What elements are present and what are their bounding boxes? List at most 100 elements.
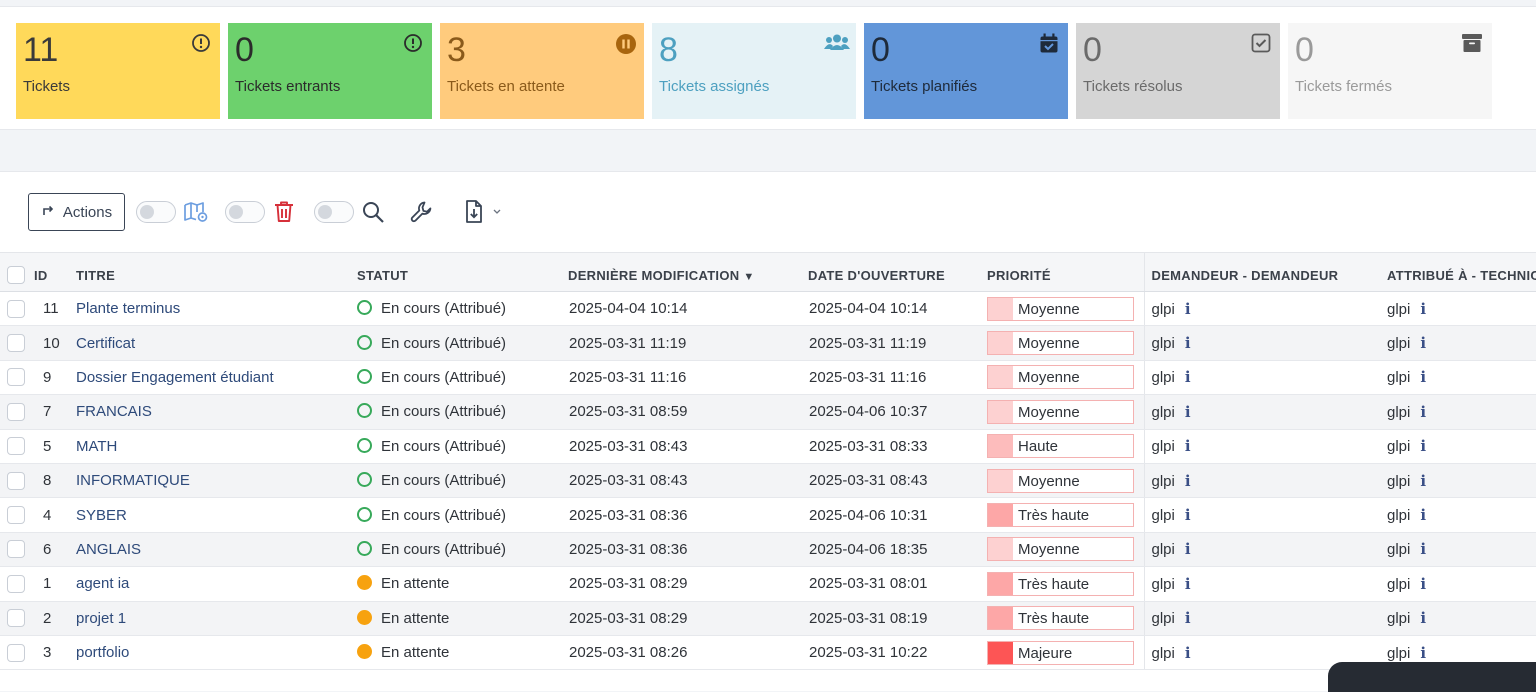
requester-name[interactable]: glpi — [1152, 541, 1175, 558]
table-row[interactable]: 4 SYBER En cours (Attribué) 2025-03-31 08:3… — [0, 497, 1536, 533]
ticket-title-link[interactable]: Certificat — [76, 335, 135, 352]
row-checkbox[interactable] — [7, 402, 25, 421]
ticket-title-link[interactable]: ANGLAIS — [76, 541, 141, 558]
requester-name[interactable]: glpi — [1152, 473, 1175, 490]
assignee-name[interactable]: glpi — [1387, 507, 1410, 524]
requester-name[interactable]: glpi — [1152, 610, 1175, 627]
info-icon[interactable]: i — [1420, 506, 1426, 524]
column-header-status[interactable]: STATUT — [357, 252, 568, 292]
ticket-title-link[interactable]: projet 1 — [76, 610, 126, 627]
assignee-name[interactable]: glpi — [1387, 301, 1410, 318]
info-icon[interactable]: i — [1420, 437, 1426, 455]
actions-button[interactable]: Actions — [28, 193, 125, 231]
row-checkbox[interactable] — [7, 574, 25, 593]
wrench-icon[interactable] — [408, 198, 436, 226]
assignee-name[interactable]: glpi — [1387, 473, 1410, 490]
table-row[interactable]: 10 Certificat En cours (Attribué) 2025-03-3… — [0, 325, 1536, 361]
export-icon[interactable] — [462, 198, 506, 226]
ticket-title-link[interactable]: INFORMATIQUE — [76, 472, 190, 489]
card-incoming-tickets[interactable]: 0 Tickets entrants — [228, 23, 432, 119]
row-checkbox[interactable] — [7, 643, 25, 662]
row-checkbox[interactable] — [7, 471, 25, 490]
column-header-priority[interactable]: PRIORITÉ — [987, 252, 1144, 292]
ticket-title-link[interactable]: MATH — [76, 438, 117, 455]
info-icon[interactable]: i — [1420, 472, 1426, 490]
table-row[interactable]: 6 ANGLAIS En cours (Attribué) 2025-03-31 08… — [0, 532, 1536, 568]
requester-name[interactable]: glpi — [1152, 301, 1175, 318]
row-checkbox[interactable] — [7, 299, 25, 318]
select-all-checkbox[interactable] — [7, 266, 25, 284]
column-header-id[interactable]: ID — [34, 252, 76, 292]
table-row[interactable]: 11 Plante terminus En cours (Attribué) 2025… — [0, 291, 1536, 327]
info-icon[interactable]: i — [1420, 368, 1426, 386]
card-resolved-tickets[interactable]: 0 Tickets résolus — [1076, 23, 1280, 119]
ticket-title-link[interactable]: Plante terminus — [76, 300, 180, 317]
row-checkbox[interactable] — [7, 368, 25, 387]
column-header-last-modified[interactable]: DERNIÈRE MODIFICATION ▼ — [568, 252, 808, 292]
map-toggle[interactable] — [136, 201, 176, 223]
info-icon[interactable]: i — [1185, 437, 1191, 455]
ticket-title-link[interactable]: agent ia — [76, 575, 129, 592]
ticket-title-link[interactable]: SYBER — [76, 507, 127, 524]
requester-name[interactable]: glpi — [1152, 576, 1175, 593]
card-assigned-tickets[interactable]: 8 Tickets assignés — [652, 23, 856, 119]
row-checkbox[interactable] — [7, 334, 25, 353]
info-icon[interactable]: i — [1185, 368, 1191, 386]
card-pending-tickets[interactable]: 3 Tickets en attente — [440, 23, 644, 119]
info-icon[interactable]: i — [1420, 403, 1426, 421]
table-row[interactable]: 7 FRANCAIS En cours (Attribué) 2025-03-31 0… — [0, 394, 1536, 430]
ticket-title-link[interactable]: FRANCAIS — [76, 403, 152, 420]
info-icon[interactable]: i — [1420, 540, 1426, 558]
row-checkbox[interactable] — [7, 609, 25, 628]
ticket-title-link[interactable]: portfolio — [76, 644, 129, 661]
info-icon[interactable]: i — [1185, 300, 1191, 318]
requester-name[interactable]: glpi — [1152, 507, 1175, 524]
row-checkbox[interactable] — [7, 506, 25, 525]
table-row[interactable]: 9 Dossier Engagement étudiant En cours (At… — [0, 360, 1536, 396]
requester-name[interactable]: glpi — [1152, 645, 1175, 662]
info-icon[interactable]: i — [1420, 300, 1426, 318]
info-icon[interactable]: i — [1420, 334, 1426, 352]
info-icon[interactable]: i — [1420, 575, 1426, 593]
ticket-title-link[interactable]: Dossier Engagement étudiant — [76, 369, 274, 386]
table-row[interactable]: 5 MATH En cours (Attribué) 2025-03-31 08:43… — [0, 429, 1536, 464]
assignee-name[interactable]: glpi — [1387, 610, 1410, 627]
requester-name[interactable]: glpi — [1152, 335, 1175, 352]
info-icon[interactable]: i — [1185, 506, 1191, 524]
table-row[interactable]: 1 agent ia En attente 2025-03-31 08:29 2025-… — [0, 566, 1536, 602]
table-row[interactable]: 8 INFORMATIQUE En cours (Attribué) 2025-03-… — [0, 463, 1536, 499]
assignee-name[interactable]: glpi — [1387, 576, 1410, 593]
assignee-name[interactable]: glpi — [1387, 335, 1410, 352]
info-icon[interactable]: i — [1185, 540, 1191, 558]
column-header-opening-date[interactable]: DATE D'OUVERTURE — [808, 252, 987, 292]
search-toggle[interactable] — [314, 201, 354, 223]
card-tickets[interactable]: 11 Tickets — [16, 23, 220, 119]
search-icon[interactable] — [359, 198, 387, 226]
column-header-requester[interactable]: DEMANDEUR - DEMANDEUR — [1143, 252, 1387, 292]
assignee-name[interactable]: glpi — [1387, 369, 1410, 386]
table-row[interactable]: 3 portfolio En attente 2025-03-31 08:26 2025… — [0, 635, 1536, 671]
info-icon[interactable]: i — [1420, 644, 1426, 662]
map-icon[interactable] — [182, 198, 210, 226]
info-icon[interactable]: i — [1185, 609, 1191, 627]
assignee-name[interactable]: glpi — [1387, 438, 1410, 455]
assignee-name[interactable]: glpi — [1387, 541, 1410, 558]
info-icon[interactable]: i — [1185, 403, 1191, 421]
trash-icon[interactable] — [270, 198, 298, 226]
info-icon[interactable]: i — [1420, 609, 1426, 627]
info-icon[interactable]: i — [1185, 575, 1191, 593]
requester-name[interactable]: glpi — [1152, 438, 1175, 455]
table-row[interactable]: 2 projet 1 En attente 2025-03-31 08:29 2025-… — [0, 601, 1536, 636]
row-checkbox[interactable] — [7, 540, 25, 559]
assignee-name[interactable]: glpi — [1387, 645, 1410, 662]
column-header-title[interactable]: TITRE — [76, 252, 357, 292]
requester-name[interactable]: glpi — [1152, 404, 1175, 421]
card-planned-tickets[interactable]: 0 Tickets planifiés — [864, 23, 1068, 119]
requester-name[interactable]: glpi — [1152, 369, 1175, 386]
column-header-assigned-to[interactable]: ATTRIBUÉ À - TECHNIC — [1387, 252, 1536, 292]
assignee-name[interactable]: glpi — [1387, 404, 1410, 421]
info-icon[interactable]: i — [1185, 334, 1191, 352]
info-icon[interactable]: i — [1185, 472, 1191, 490]
info-icon[interactable]: i — [1185, 644, 1191, 662]
trash-toggle[interactable] — [225, 201, 265, 223]
